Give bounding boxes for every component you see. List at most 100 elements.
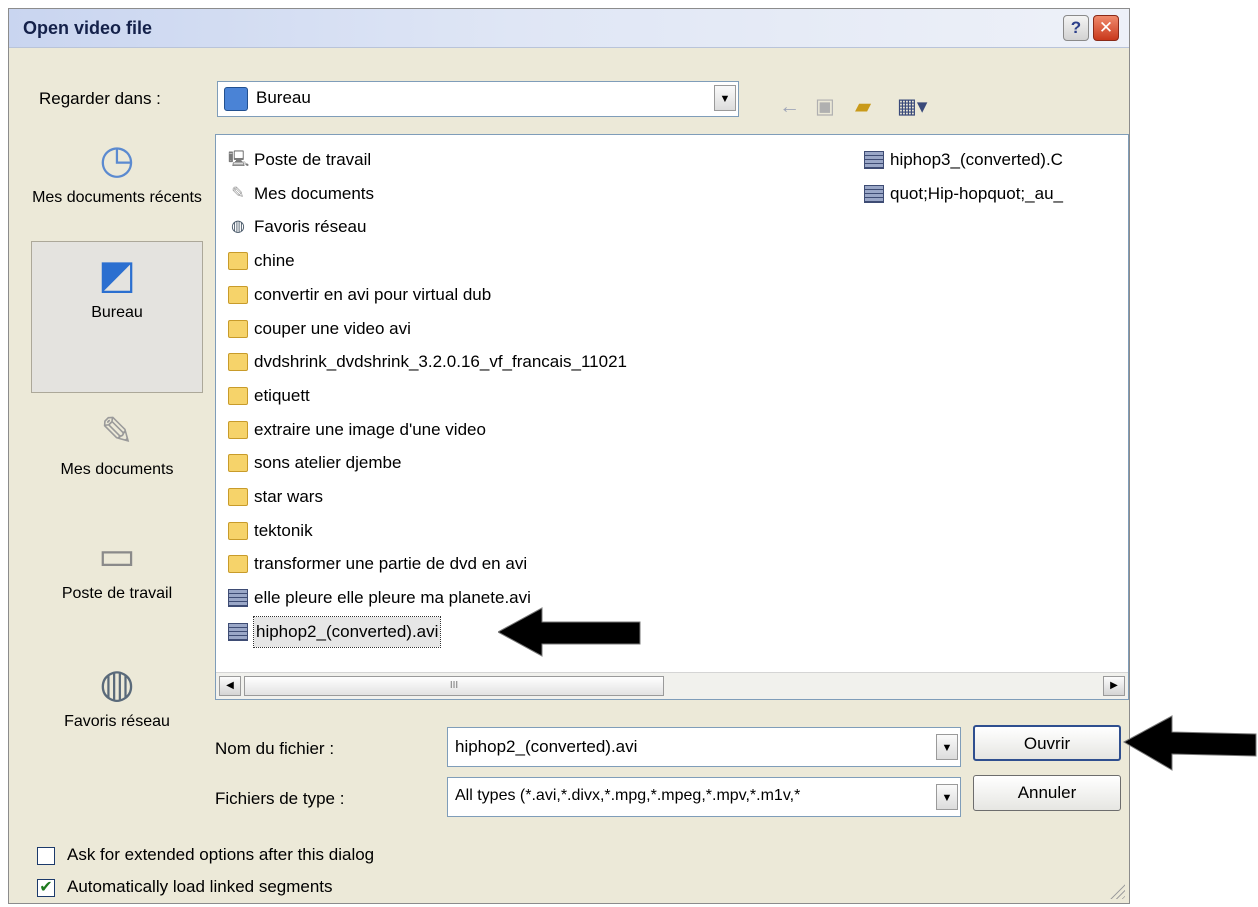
folder-icon <box>228 319 248 338</box>
folder-icon <box>228 555 248 574</box>
extended-options-label: Ask for extended options after this dial… <box>67 845 375 864</box>
file-name: Favoris réseau <box>254 217 367 237</box>
list-item[interactable]: ✎ Mes documents <box>228 179 374 209</box>
my-documents-icon: ✎ <box>100 410 134 454</box>
dialog-title: Open video file <box>23 18 153 38</box>
look-in-label: Regarder dans : <box>39 89 161 108</box>
up-folder-icon[interactable]: ▣ <box>815 95 835 119</box>
list-item[interactable]: extraire une image d'une video <box>228 415 486 445</box>
scroll-left-icon[interactable]: ◀ <box>219 676 241 696</box>
list-item[interactable]: hiphop2_(converted).avi <box>228 615 442 648</box>
filename-label: Nom du fichier : <box>215 739 335 758</box>
scroll-thumb[interactable]: III <box>244 676 664 696</box>
folder-icon <box>228 285 248 304</box>
place-desktop[interactable]: ◩ Bureau <box>31 241 203 393</box>
video-file-icon <box>228 589 248 608</box>
file-list[interactable]: 🖳 Poste de travail ✎ Mes documents ◍ Favoris … <box>215 134 1129 700</box>
list-item[interactable]: quot;Hip-hopquot;_au_ <box>864 179 1063 209</box>
folder-icon <box>228 386 248 405</box>
close-button[interactable]: ✕ <box>1093 15 1119 41</box>
look-in-dropdown-button[interactable]: ▼ <box>714 85 736 111</box>
horizontal-scrollbar[interactable]: ◀ III ▶ <box>216 672 1128 699</box>
list-item[interactable]: etiquett <box>228 381 310 411</box>
list-item[interactable]: elle pleure elle pleure ma planete.avi <box>228 583 531 613</box>
look-in-combo[interactable]: Bureau ▼ <box>217 81 739 117</box>
filetype-label: Fichiers de type : <box>215 789 345 808</box>
network-places-icon: ◍ <box>99 662 135 706</box>
folder-icon <box>228 420 248 439</box>
list-item[interactable]: sons atelier djembe <box>228 448 401 478</box>
file-name: transformer une partie de dvd en avi <box>254 554 528 574</box>
list-item[interactable]: couper une video avi <box>228 314 411 344</box>
folder-icon <box>228 353 248 372</box>
list-item[interactable]: 🖳 Poste de travail <box>228 145 371 175</box>
desktop-icon <box>224 87 248 111</box>
file-name: tektonik <box>254 520 313 540</box>
place-label: Mes documents <box>60 461 174 478</box>
file-name: extraire une image d'une video <box>254 419 486 439</box>
list-item[interactable]: tektonik <box>228 516 313 546</box>
place-label: Bureau <box>91 304 143 321</box>
file-name: chine <box>254 251 295 271</box>
list-item[interactable]: chine <box>228 246 295 276</box>
list-item[interactable]: ◍ Favoris réseau <box>228 212 366 242</box>
filename-dropdown-button[interactable]: ▼ <box>936 734 958 760</box>
file-name: Poste de travail <box>254 150 372 169</box>
file-name: convertir en avi pour virtual dub <box>254 284 492 304</box>
video-file-icon <box>228 622 248 641</box>
title-bar[interactable]: Open video file ? ✕ <box>9 9 1129 48</box>
video-file-icon <box>864 184 884 203</box>
arrow-to-selected-file-icon <box>498 607 641 657</box>
folder-icon <box>228 252 248 271</box>
folder-icon <box>228 488 248 506</box>
file-name: elle pleure elle pleure ma planete.avi <box>254 588 531 608</box>
place-label: Favoris réseau <box>64 713 170 730</box>
desktop-icon: ◩ <box>98 253 136 297</box>
new-folder-icon[interactable]: ▰ <box>855 95 871 119</box>
arrow-to-open-button-icon <box>1122 715 1257 771</box>
list-item[interactable]: transformer une partie de dvd en avi <box>228 549 527 579</box>
filetype-select[interactable]: All types (*.avi,*.divx,*.mpg,*.mpeg,*.m… <box>447 777 961 817</box>
place-my-computer[interactable]: ▭ Poste de travail <box>31 533 203 603</box>
network-icon: ◍ <box>231 218 245 236</box>
list-item[interactable]: convertir en avi pour virtual dub <box>228 280 491 310</box>
list-item[interactable]: star wars <box>228 482 323 512</box>
scroll-right-icon[interactable]: ▶ <box>1103 676 1125 696</box>
video-file-icon <box>864 151 884 169</box>
file-name: dvdshrink_dvdshrink_3.2.0.16_vf_francais… <box>254 352 627 372</box>
recent-documents-icon: ◷ <box>99 138 135 182</box>
extended-options-checkbox[interactable] <box>37 847 55 865</box>
help-button[interactable]: ? <box>1063 15 1089 41</box>
file-name: hiphop2_(converted).avi <box>252 615 442 648</box>
resize-grip-icon[interactable] <box>1107 881 1125 899</box>
folder-icon <box>228 454 248 473</box>
open-video-dialog: Open video file ? ✕ Regarder dans : Bure… <box>8 8 1130 904</box>
place-label: Mes documents récents <box>32 189 202 206</box>
filename-value: hiphop2_(converted).avi <box>455 737 638 756</box>
folder-icon <box>228 521 248 540</box>
list-item[interactable]: hiphop3_(converted).C <box>864 145 1063 175</box>
back-icon[interactable]: ← <box>779 95 800 119</box>
file-name: couper une video avi <box>254 318 411 338</box>
filetype-dropdown-button[interactable]: ▼ <box>936 784 958 810</box>
load-linked-segments-label: Automatically load linked segments <box>67 877 333 896</box>
filetype-value: All types (*.avi,*.divx,*.mpg,*.mpeg,*.m… <box>455 787 801 804</box>
file-name: quot;Hip-hopquot;_au_ <box>890 183 1063 203</box>
view-menu-icon[interactable]: ▦▾ <box>897 95 927 119</box>
look-in-value: Bureau <box>256 88 311 107</box>
load-linked-segments-checkbox[interactable]: ✔ <box>37 879 55 897</box>
open-button[interactable]: Ouvrir <box>973 725 1121 761</box>
file-name: etiquett <box>254 385 310 405</box>
cancel-button[interactable]: Annuler <box>973 775 1121 811</box>
file-name: star wars <box>254 487 323 506</box>
file-name: Mes documents <box>254 183 374 203</box>
list-item[interactable]: dvdshrink_dvdshrink_3.2.0.16_vf_francais… <box>228 347 627 377</box>
place-recent-documents[interactable]: ◷ Mes documents récents <box>31 137 203 207</box>
place-network-places[interactable]: ◍ Favoris réseau <box>31 661 203 731</box>
filename-input[interactable]: hiphop2_(converted).avi ▼ <box>447 727 961 767</box>
my-computer-icon: ▭ <box>98 534 136 578</box>
place-my-documents[interactable]: ✎ Mes documents <box>31 409 203 479</box>
documents-icon: ✎ <box>231 184 245 202</box>
file-name: sons atelier djembe <box>254 453 402 473</box>
computer-icon: 🖳 <box>228 151 250 168</box>
